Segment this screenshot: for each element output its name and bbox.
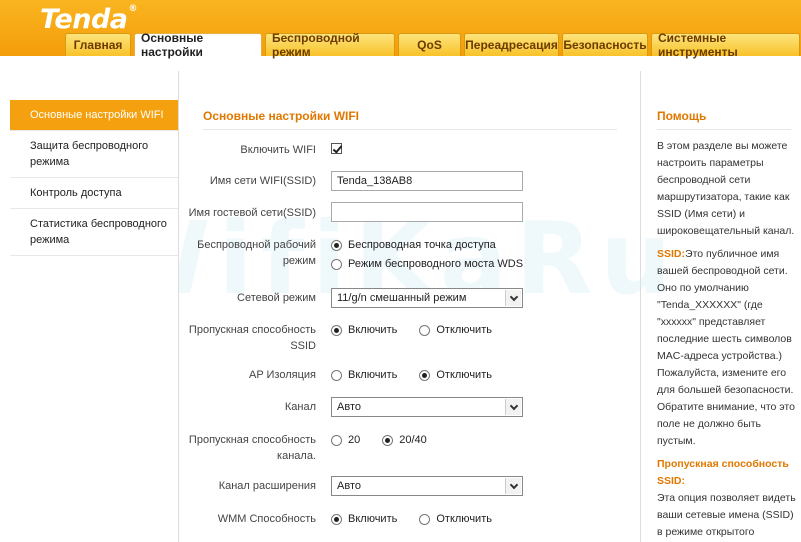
help-paragraph: В этом разделе вы можете настроить парам… bbox=[657, 140, 795, 237]
ext-channel-select[interactable]: Авто bbox=[331, 476, 523, 496]
label-guest-ssid: Имя гостевой сети(SSID) bbox=[188, 207, 316, 219]
chevron-down-icon[interactable] bbox=[505, 478, 521, 494]
help-paragraph: SSID:Это публичное имя вашей беспроводно… bbox=[657, 248, 795, 447]
wmm-on[interactable]: Включить bbox=[331, 513, 397, 525]
ap-isolation-off[interactable]: Отключить bbox=[419, 369, 492, 381]
help-paragraph: Пропускная способность SSID: Эта опция по… bbox=[657, 458, 796, 538]
section-title: Основные настройки WIFI bbox=[203, 109, 360, 123]
tab-qos[interactable]: QoS bbox=[398, 33, 461, 56]
divider bbox=[657, 129, 791, 130]
bandwidth-20-40[interactable]: 20/40 bbox=[382, 434, 427, 446]
label-net-mode: Сетевой режим bbox=[237, 292, 316, 304]
label-ap-isolation: AP Изоляция bbox=[248, 369, 316, 381]
enable-wifi-checkbox[interactable] bbox=[331, 143, 342, 154]
chevron-down-icon[interactable] bbox=[505, 290, 521, 306]
main-panel: Основные настройки WIFI Включить WIFI Им… bbox=[181, 71, 639, 542]
tab-forwarding[interactable]: Переадресация bbox=[464, 33, 559, 56]
help-panel: Помощь В этом разделе вы можете настроит… bbox=[640, 71, 801, 542]
label-ssid-broadcast: Пропускная способность SSID bbox=[188, 324, 316, 352]
main-nav: Главная Основные настройки Беспроводной … bbox=[65, 31, 801, 59]
label-ext-channel: Канал расширения bbox=[218, 480, 316, 492]
sidebar-item-access-control[interactable]: Контроль доступа bbox=[10, 178, 178, 209]
ssid-broadcast-off[interactable]: Отключить bbox=[419, 324, 492, 336]
label-wmm: WMM Способность bbox=[217, 513, 316, 525]
label-work-mode: Беспроводной рабочий режим bbox=[197, 239, 316, 267]
label-bandwidth: Пропускная способность канала. bbox=[188, 434, 316, 462]
guest-ssid-input[interactable] bbox=[331, 202, 523, 222]
sidebar-item-wireless-security[interactable]: Защита беспроводного режима bbox=[10, 131, 178, 178]
radio-wds-bridge[interactable]: Режим беспроводного моста WDS bbox=[331, 258, 523, 270]
label-channel: Канал bbox=[284, 401, 316, 413]
help-text: В этом разделе вы можете настроить парам… bbox=[657, 138, 797, 542]
tab-home[interactable]: Главная bbox=[65, 33, 131, 56]
label-enable-wifi: Включить WIFI bbox=[240, 144, 316, 156]
bandwidth-20[interactable]: 20 bbox=[331, 434, 360, 446]
ssid-input[interactable]: Tenda_138AB8 bbox=[331, 171, 523, 191]
ssid-broadcast-on[interactable]: Включить bbox=[331, 324, 397, 336]
help-title: Помощь bbox=[657, 109, 707, 123]
sidebar: Основные настройки WIFI Защита беспровод… bbox=[10, 71, 179, 542]
tab-security[interactable]: Безопасность bbox=[562, 33, 648, 56]
net-mode-select[interactable]: 11/g/n смешанный режим bbox=[331, 288, 523, 308]
divider bbox=[203, 129, 617, 130]
tenda-logo: Tenda® bbox=[40, 4, 138, 35]
channel-select[interactable]: Авто bbox=[331, 397, 523, 417]
tab-system-tools[interactable]: Системные инструменты bbox=[651, 31, 800, 59]
ap-isolation-on[interactable]: Включить bbox=[331, 369, 397, 381]
sidebar-item-wifi-basic[interactable]: Основные настройки WIFI bbox=[10, 100, 178, 131]
wmm-off[interactable]: Отключить bbox=[419, 513, 492, 525]
header-bar: Tenda® Главная Основные настройки Беспро… bbox=[0, 0, 801, 59]
label-ssid: Имя сети WIFI(SSID) bbox=[209, 175, 316, 187]
radio-access-point[interactable]: Беспроводная точка доступа bbox=[331, 239, 496, 251]
chevron-down-icon[interactable] bbox=[505, 399, 521, 415]
tab-wireless[interactable]: Беспроводной режим bbox=[265, 31, 395, 59]
sidebar-item-wireless-stats[interactable]: Статистика беспроводного режима bbox=[10, 209, 178, 256]
tab-basic-settings[interactable]: Основные настройки bbox=[134, 31, 262, 59]
